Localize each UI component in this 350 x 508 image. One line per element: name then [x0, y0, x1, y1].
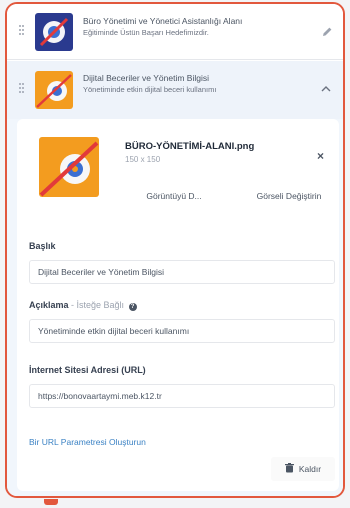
view-image-button[interactable]: Görüntüyü D... [135, 185, 213, 207]
description-field[interactable]: Yönetiminde etkin dijital beceri kullanı… [29, 319, 335, 343]
url-parameter-link[interactable]: Bir URL Parametresi Oluşturun [29, 437, 146, 447]
list-item-dijital[interactable]: Dijital Beceriler ve Yönetim Bilgisi Yön… [7, 61, 343, 119]
remove-button[interactable]: Kaldır [271, 457, 335, 481]
description-label: Açıklama - İsteğe Bağlı ? [29, 300, 137, 311]
file-name: BÜRO-YÖNETİMİ-ALANI.png [125, 141, 255, 152]
title-field[interactable]: Dijital Beceriler ve Yönetim Bilgisi [29, 260, 335, 284]
list-item-buro[interactable]: Büro Yönetimi ve Yönetici Asistanlığı Al… [7, 4, 343, 60]
change-image-button[interactable]: Görseli Değiştirin [239, 185, 339, 207]
chevron-up-icon[interactable] [321, 85, 331, 93]
url-field[interactable]: https://bonovaartaymi.meb.k12.tr [29, 384, 335, 408]
remove-label: Kaldır [298, 464, 322, 474]
image-preview [39, 137, 99, 197]
item-thumbnail [35, 71, 73, 109]
title-label: Başlık [29, 241, 56, 251]
item-title: Büro Yönetimi ve Yönetici Asistanlığı Al… [83, 16, 243, 37]
close-icon[interactable]: × [317, 149, 324, 163]
expanded-panel: BÜRO-YÖNETİMİ-ALANI.png 150 x 150 × Görü… [7, 119, 343, 496]
accordion-list: Büro Yönetimi ve Yönetici Asistanlığı Al… [5, 2, 345, 498]
info-icon[interactable]: ? [128, 303, 137, 311]
edit-icon[interactable] [321, 26, 333, 38]
item-thumbnail [35, 13, 73, 51]
drag-handle-icon[interactable] [19, 25, 25, 37]
drag-handle-icon[interactable] [19, 83, 25, 95]
item-title: Dijital Beceriler ve Yönetim Bilgisi Yön… [83, 73, 217, 94]
url-label: İnternet Sitesi Adresi (URL) [29, 365, 146, 375]
trash-icon [284, 463, 294, 475]
bottom-tab-marker [44, 499, 58, 505]
edit-card: BÜRO-YÖNETİMİ-ALANI.png 150 x 150 × Görü… [17, 119, 339, 491]
file-dimensions: 150 x 150 [125, 155, 161, 164]
